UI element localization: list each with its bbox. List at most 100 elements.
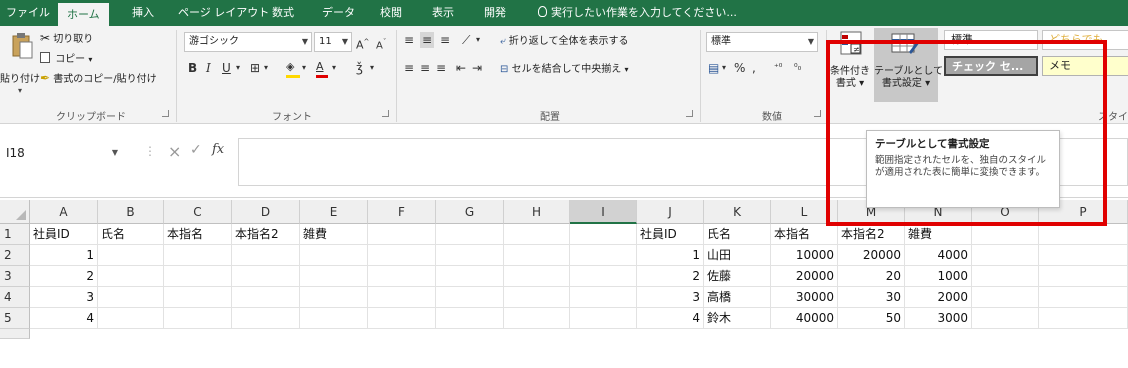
- cell-i2[interactable]: [570, 245, 637, 266]
- cell-p1[interactable]: [1039, 224, 1128, 245]
- cell-b3[interactable]: [98, 266, 164, 287]
- column-header-k[interactable]: K: [704, 200, 771, 224]
- font-color-chevron-icon[interactable]: ▾: [332, 60, 336, 76]
- column-header-l[interactable]: L: [771, 200, 838, 224]
- cell-e4[interactable]: [300, 287, 368, 308]
- cell-g5[interactable]: [436, 308, 504, 329]
- worksheet-grid[interactable]: ABCDEFGHIJKLMNOP 1 社員ID 氏名 本指名 本指名2 雑費 社員ID 氏名本…: [0, 200, 1128, 368]
- cell-c1[interactable]: 本指名: [164, 224, 232, 245]
- cell-a2[interactable]: 1: [30, 245, 98, 266]
- tab-data[interactable]: データ: [322, 0, 355, 26]
- cell-h1[interactable]: [504, 224, 570, 245]
- cell-g3[interactable]: [436, 266, 504, 287]
- accounting-chevron-icon[interactable]: ▾: [722, 60, 726, 76]
- paste-chevron-icon[interactable]: ▾: [18, 86, 22, 95]
- cell-j4[interactable]: 3: [637, 287, 704, 308]
- cell-g2[interactable]: [436, 245, 504, 266]
- cell-h2[interactable]: [504, 245, 570, 266]
- cell-k5[interactable]: 鈴木: [704, 308, 771, 329]
- row-header[interactable]: [0, 329, 30, 339]
- cell-p5[interactable]: [1039, 308, 1128, 329]
- tell-me-search[interactable]: 実行したい作業を入力してください...: [538, 0, 737, 26]
- cell-style-memo[interactable]: メモ: [1042, 56, 1128, 76]
- cell-l3[interactable]: 20000: [771, 266, 838, 287]
- row-header[interactable]: 3: [0, 266, 30, 287]
- column-header-h[interactable]: H: [504, 200, 570, 224]
- cell-e3[interactable]: [300, 266, 368, 287]
- increase-indent-icon[interactable]: ⇥: [472, 60, 482, 76]
- align-left-icon[interactable]: ≡: [404, 60, 414, 76]
- orientation-chevron-icon[interactable]: ▾: [476, 32, 480, 48]
- number-format-dropdown[interactable]: 標準 ▼: [706, 32, 818, 52]
- cell-a3[interactable]: 2: [30, 266, 98, 287]
- cell-b5[interactable]: [98, 308, 164, 329]
- column-header-g[interactable]: G: [436, 200, 504, 224]
- cell-style-normal[interactable]: 標準: [944, 30, 1038, 50]
- cell-e1[interactable]: 雑費: [300, 224, 368, 245]
- cell-n1[interactable]: 雑費: [905, 224, 972, 245]
- column-header-i[interactable]: I: [570, 200, 637, 224]
- number-launcher-icon[interactable]: [814, 110, 821, 117]
- orientation-icon[interactable]: ⟋: [462, 32, 470, 48]
- row-header[interactable]: 1: [0, 224, 30, 245]
- underline-chevron-icon[interactable]: ▾: [236, 60, 240, 76]
- cell-c4[interactable]: [164, 287, 232, 308]
- cell-f3[interactable]: [368, 266, 436, 287]
- row-header[interactable]: 5: [0, 308, 30, 329]
- font-launcher-icon[interactable]: [382, 110, 389, 117]
- cell-h5[interactable]: [504, 308, 570, 329]
- cell-o5[interactable]: [972, 308, 1039, 329]
- increase-font-icon[interactable]: A^: [356, 34, 369, 54]
- enter-icon[interactable]: ✓: [190, 142, 202, 158]
- cell-k2[interactable]: 山田: [704, 245, 771, 266]
- cell-style-check[interactable]: チェック セ...: [944, 56, 1038, 76]
- cell-o1[interactable]: [972, 224, 1039, 245]
- phonetic-chevron-icon[interactable]: ▾: [370, 60, 374, 76]
- font-name-dropdown[interactable]: 游ゴシック ▼: [184, 32, 312, 52]
- percent-icon[interactable]: %: [734, 60, 745, 76]
- cell-f2[interactable]: [368, 245, 436, 266]
- increase-decimal-icon[interactable]: ⁺⁰: [774, 60, 782, 76]
- cell-f1[interactable]: [368, 224, 436, 245]
- format-painter-button[interactable]: ✒ 書式のコピー/貼り付け: [40, 70, 157, 85]
- cell-l4[interactable]: 30000: [771, 287, 838, 308]
- cell-k4[interactable]: 高橋: [704, 287, 771, 308]
- tab-developer[interactable]: 開発: [484, 0, 506, 26]
- tab-view[interactable]: 表示: [432, 0, 454, 26]
- cell-e2[interactable]: [300, 245, 368, 266]
- fx-icon[interactable]: fx: [212, 142, 224, 157]
- cell-p3[interactable]: [1039, 266, 1128, 287]
- cell-i5[interactable]: [570, 308, 637, 329]
- cell-n3[interactable]: 1000: [905, 266, 972, 287]
- fill-color-icon[interactable]: ◈: [286, 58, 300, 78]
- column-header-b[interactable]: B: [98, 200, 164, 224]
- decrease-indent-icon[interactable]: ⇤: [456, 60, 466, 76]
- accounting-format-icon[interactable]: ▤: [708, 60, 719, 76]
- cell-g1[interactable]: [436, 224, 504, 245]
- cell-g4[interactable]: [436, 287, 504, 308]
- align-top-icon[interactable]: ≡: [404, 32, 414, 48]
- cell-j1[interactable]: 社員ID: [637, 224, 704, 245]
- cell-m5[interactable]: 50: [838, 308, 905, 329]
- cell-j2[interactable]: 1: [637, 245, 704, 266]
- cell-e5[interactable]: [300, 308, 368, 329]
- align-center-icon[interactable]: ≡: [420, 60, 430, 76]
- column-header-j[interactable]: J: [637, 200, 704, 224]
- copy-button[interactable]: コピー ▾: [40, 50, 92, 65]
- tab-formulas[interactable]: 数式: [272, 0, 294, 26]
- cell-m4[interactable]: 30: [838, 287, 905, 308]
- tab-file[interactable]: ファイル: [6, 0, 50, 26]
- align-right-icon[interactable]: ≡: [436, 60, 446, 76]
- border-icon[interactable]: ⊞: [250, 60, 260, 76]
- decrease-font-icon[interactable]: Aˇ: [376, 34, 386, 54]
- cell-a1[interactable]: 社員ID: [30, 224, 98, 245]
- decrease-decimal-icon[interactable]: ⁰₀: [794, 60, 801, 76]
- cell-b2[interactable]: [98, 245, 164, 266]
- wrap-text-button[interactable]: ⤶ 折り返して全体を表示する: [500, 32, 629, 47]
- cell-o2[interactable]: [972, 245, 1039, 266]
- align-middle-icon[interactable]: ≡: [420, 32, 435, 48]
- cell-l1[interactable]: 本指名: [771, 224, 838, 245]
- column-header-a[interactable]: A: [30, 200, 98, 224]
- italic-icon[interactable]: I: [206, 60, 211, 76]
- column-header-f[interactable]: F: [368, 200, 436, 224]
